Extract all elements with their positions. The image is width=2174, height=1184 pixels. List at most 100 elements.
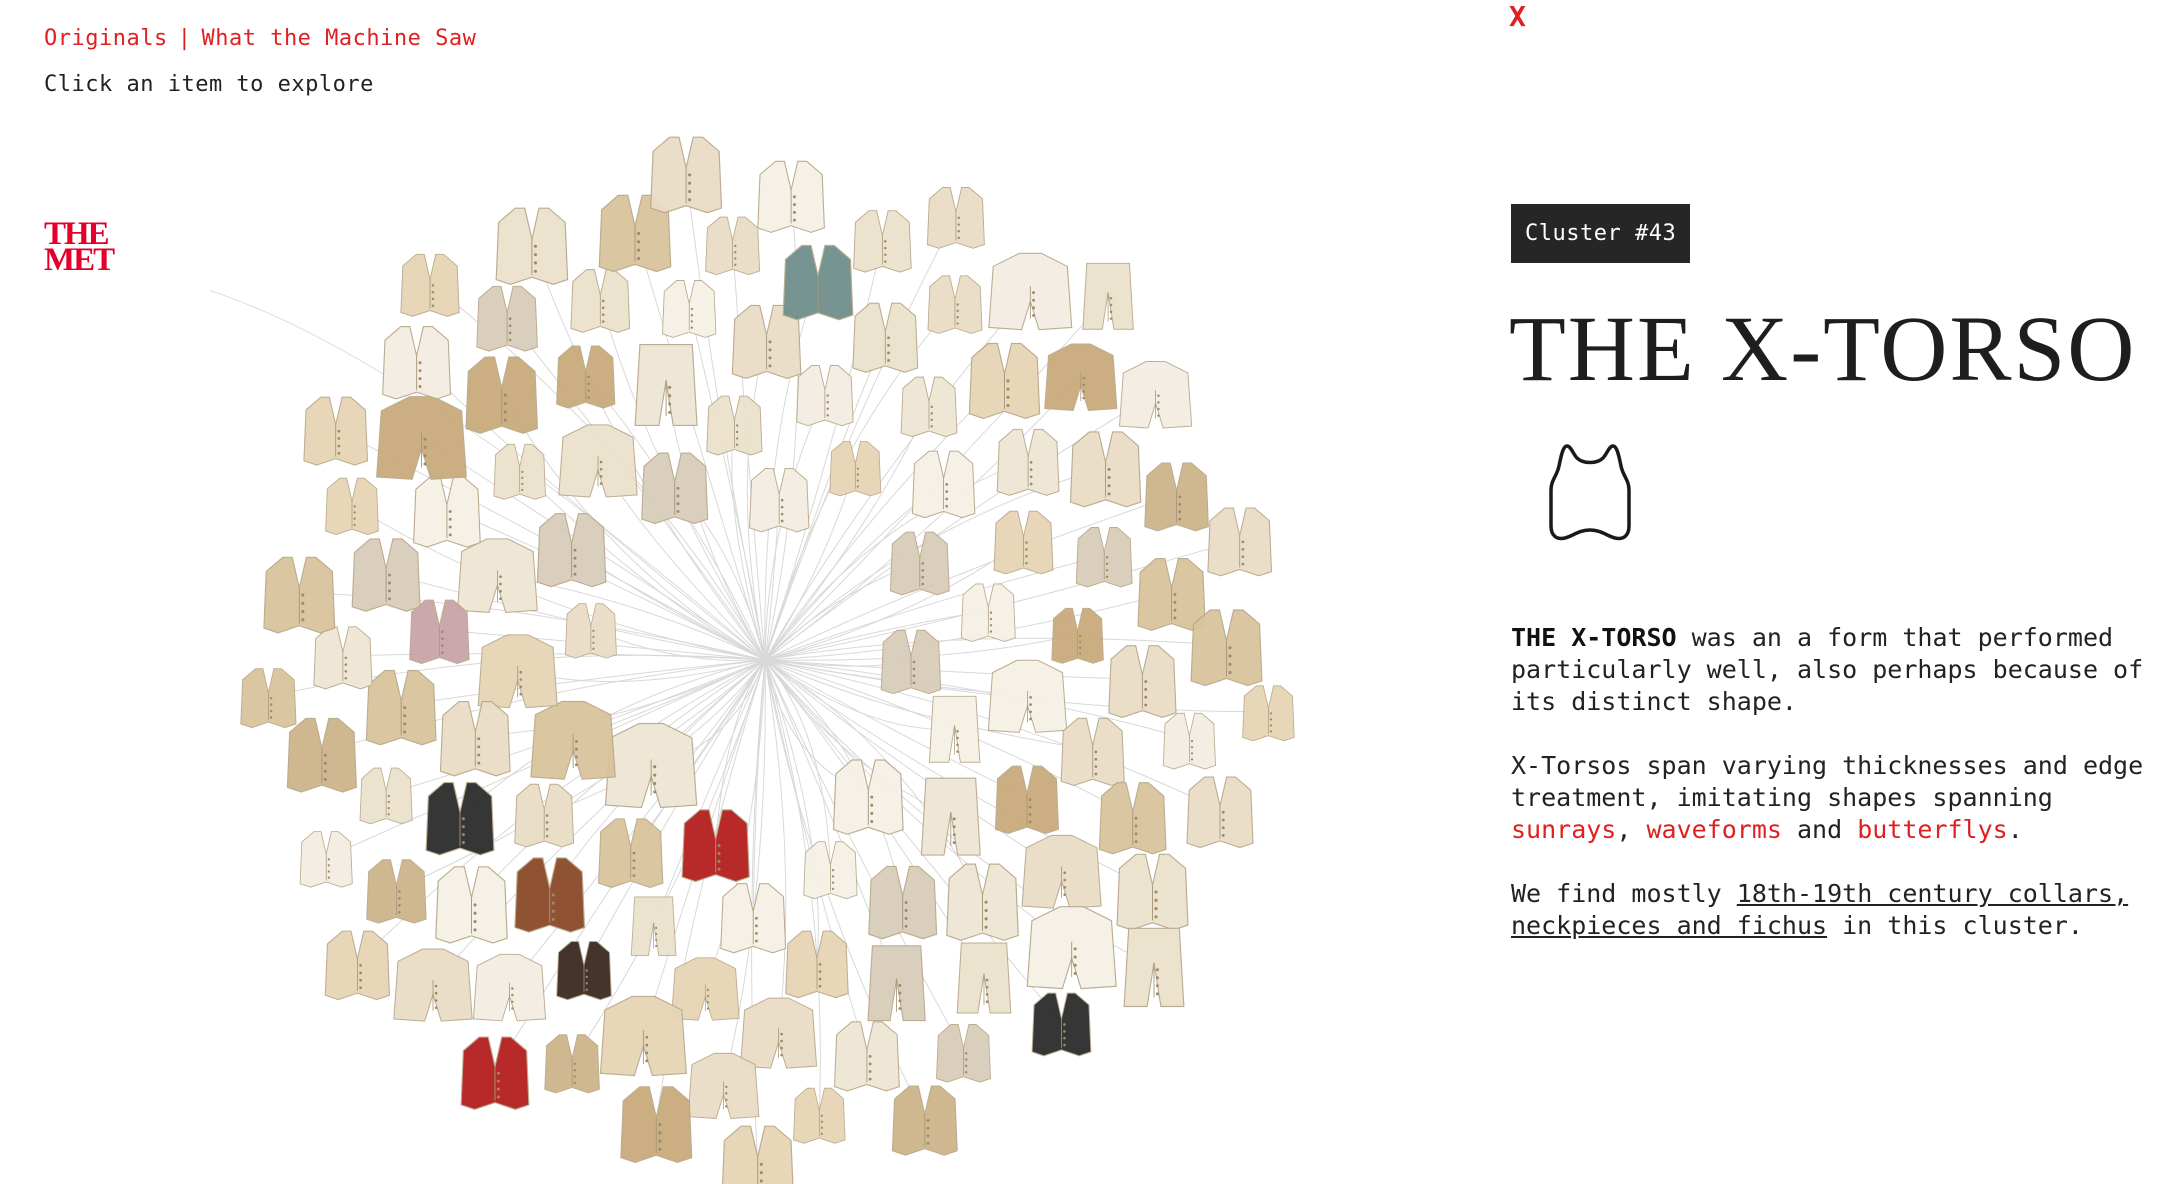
garment-item[interactable]: [476, 285, 538, 352]
garment-item[interactable]: [400, 253, 460, 317]
garment-item[interactable]: [495, 207, 569, 285]
garment-item[interactable]: [853, 210, 912, 273]
garment-item[interactable]: [472, 953, 547, 1022]
garment-item[interactable]: [303, 396, 369, 466]
garment-item[interactable]: [868, 865, 938, 940]
garment-item[interactable]: [829, 441, 882, 497]
garment-item[interactable]: [558, 424, 638, 498]
garment-item[interactable]: [376, 396, 467, 480]
garment-item[interactable]: [721, 1125, 794, 1184]
garment-item[interactable]: [687, 1052, 760, 1119]
garment-item[interactable]: [365, 669, 437, 746]
garment-item[interactable]: [1207, 507, 1273, 577]
nav-originals-link[interactable]: Originals: [44, 26, 168, 51]
garment-item[interactable]: [782, 244, 854, 321]
garment-item[interactable]: [968, 342, 1041, 419]
garment-item[interactable]: [1123, 927, 1185, 1008]
garment-item[interactable]: [662, 280, 717, 338]
garment-item[interactable]: [911, 450, 976, 519]
garment-item[interactable]: [706, 395, 763, 456]
garment-item[interactable]: [240, 668, 297, 729]
garment-item[interactable]: [880, 629, 942, 695]
garment-item[interactable]: [994, 765, 1060, 834]
garment-item[interactable]: [1069, 431, 1142, 508]
sunrays-link[interactable]: sunrays: [1511, 815, 1616, 844]
garment-item[interactable]: [465, 356, 539, 434]
garment-item[interactable]: [598, 818, 664, 888]
garment-item[interactable]: [796, 365, 854, 427]
garment-item[interactable]: [620, 1086, 693, 1163]
garment-item[interactable]: [409, 599, 470, 664]
garment-item[interactable]: [1044, 343, 1118, 411]
garment-item[interactable]: [641, 452, 709, 525]
garment-item[interactable]: [757, 160, 825, 233]
garment-item[interactable]: [556, 941, 612, 1001]
garment-item[interactable]: [1162, 712, 1216, 770]
garment-item[interactable]: [1051, 607, 1104, 664]
garment-item[interactable]: [748, 468, 810, 533]
garment-item[interactable]: [960, 583, 1016, 642]
garment-item[interactable]: [493, 443, 546, 500]
garment-item[interactable]: [1144, 462, 1209, 532]
garment-item[interactable]: [351, 538, 421, 612]
garment-item[interactable]: [325, 477, 379, 535]
garment-item[interactable]: [650, 136, 723, 214]
garment-item[interactable]: [1060, 717, 1125, 787]
garment-item[interactable]: [1118, 361, 1193, 429]
garment-item[interactable]: [785, 930, 849, 999]
garment-item[interactable]: [900, 376, 958, 438]
garment-item[interactable]: [793, 1087, 846, 1144]
butterflys-link[interactable]: butterflys: [1857, 815, 2008, 844]
garment-item[interactable]: [634, 343, 698, 427]
garment-item[interactable]: [313, 626, 373, 690]
garment-item[interactable]: [1082, 262, 1134, 330]
garment-item[interactable]: [1031, 992, 1092, 1057]
garment-item[interactable]: [1116, 853, 1189, 931]
garment-item[interactable]: [1190, 609, 1263, 687]
garment-item[interactable]: [1021, 834, 1102, 909]
garment-item[interactable]: [536, 513, 607, 588]
garment-item[interactable]: [570, 269, 631, 333]
garment-item[interactable]: [889, 531, 950, 596]
garment-item[interactable]: [852, 302, 919, 373]
garment-item[interactable]: [705, 216, 761, 276]
garment-item[interactable]: [263, 556, 336, 634]
garment-item[interactable]: [544, 1034, 600, 1094]
garment-item[interactable]: [803, 841, 858, 900]
garment-item[interactable]: [740, 997, 818, 1069]
waveforms-link[interactable]: waveforms: [1646, 815, 1781, 844]
garment-item[interactable]: [833, 1021, 900, 1092]
garment-item[interactable]: [514, 783, 575, 848]
garment-item[interactable]: [564, 603, 617, 659]
garment-item[interactable]: [867, 945, 926, 1022]
garment-item[interactable]: [324, 930, 391, 1001]
garment-item[interactable]: [926, 187, 985, 249]
garment-item[interactable]: [630, 896, 677, 956]
garment-item[interactable]: [1098, 782, 1167, 855]
garment-item[interactable]: [956, 942, 1012, 1014]
garment-item[interactable]: [1242, 685, 1295, 742]
garment-item[interactable]: [1075, 527, 1133, 588]
garment-item[interactable]: [1137, 558, 1206, 631]
garment-item[interactable]: [456, 538, 538, 613]
garment-item[interactable]: [286, 717, 357, 793]
garment-item[interactable]: [439, 701, 511, 777]
garment-item[interactable]: [435, 866, 508, 944]
met-logo[interactable]: THE MET: [44, 218, 115, 276]
garment-item[interactable]: [920, 777, 981, 856]
garment-item[interactable]: [987, 659, 1068, 733]
garment-item[interactable]: [832, 759, 904, 835]
garment-item[interactable]: [530, 700, 616, 780]
garment-item[interactable]: [946, 863, 1019, 941]
garment-item[interactable]: [993, 510, 1054, 575]
garment-item[interactable]: [359, 767, 413, 825]
garment-item[interactable]: [425, 782, 495, 856]
garment-item[interactable]: [514, 857, 586, 933]
garment-item[interactable]: [556, 345, 616, 409]
garment-item[interactable]: [477, 634, 558, 709]
garment-item[interactable]: [366, 859, 427, 924]
garment-item[interactable]: [604, 722, 698, 809]
garment-item[interactable]: [382, 326, 452, 400]
garment-item[interactable]: [299, 831, 353, 888]
garment-item[interactable]: [1026, 906, 1117, 990]
